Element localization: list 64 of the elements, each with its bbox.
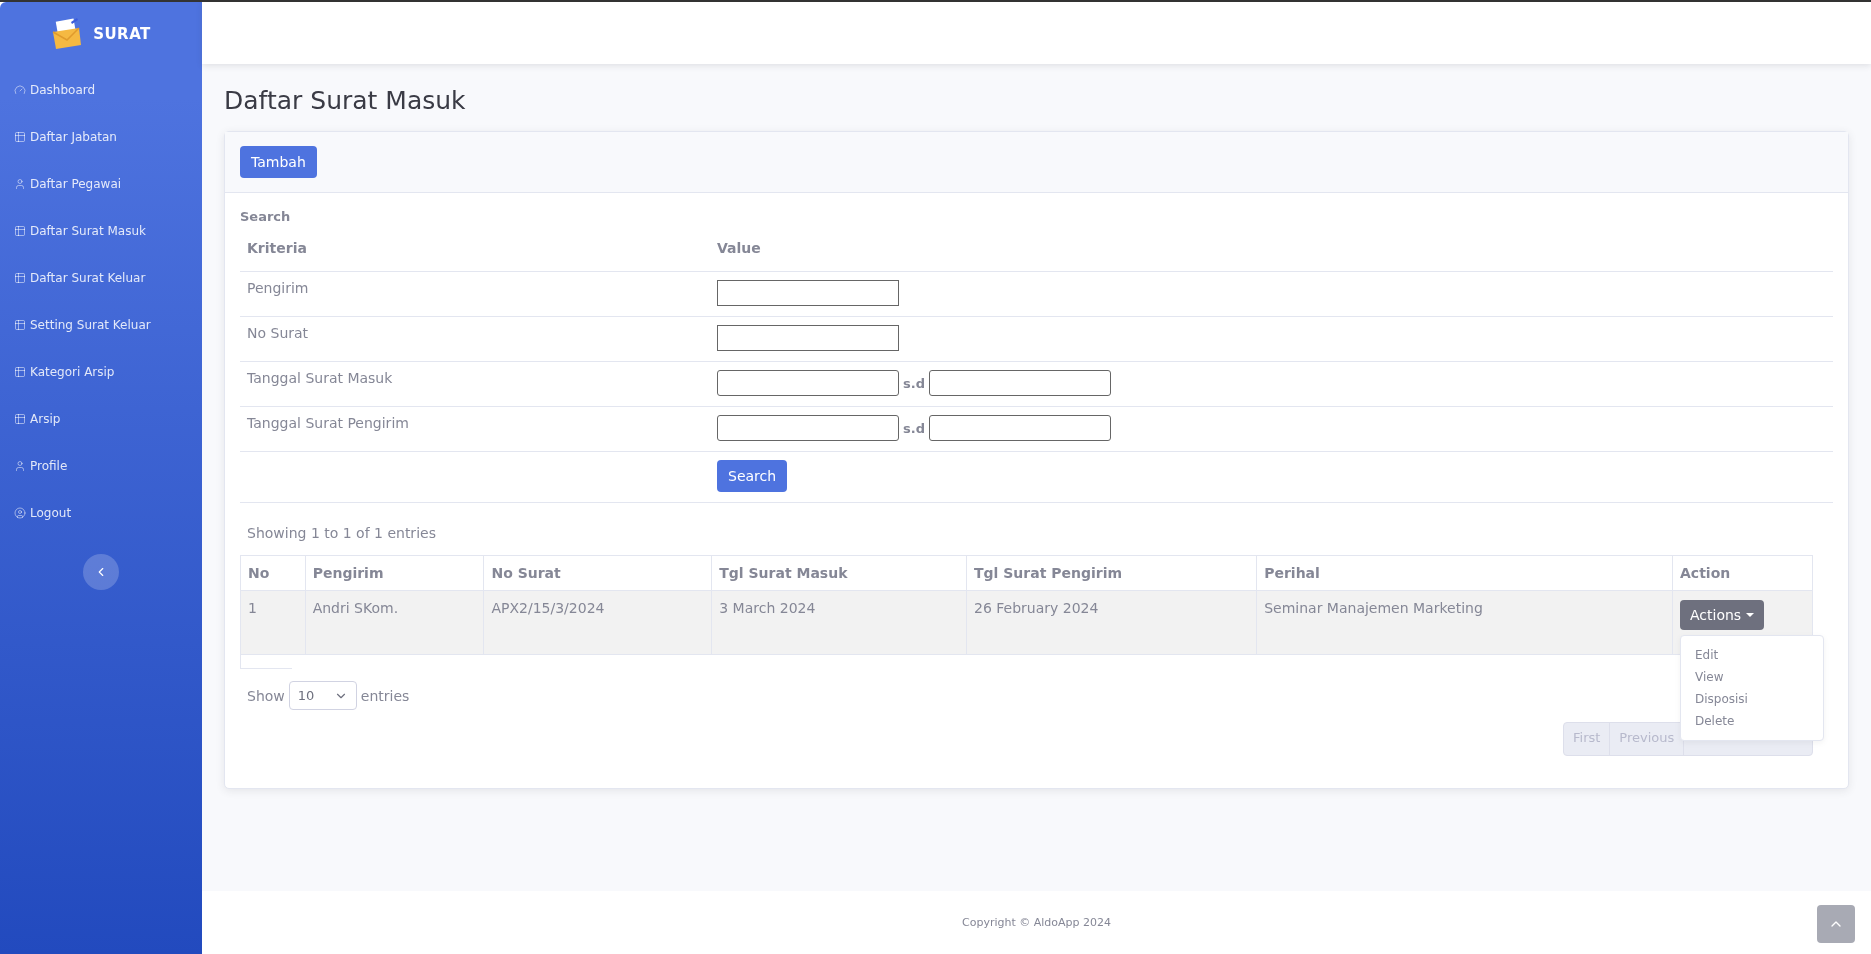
sidebar-item[interactable]: Daftar Surat Keluar <box>0 254 202 301</box>
date-to-field[interactable] <box>929 415 1111 441</box>
user-icon <box>14 459 26 472</box>
show-label: Show <box>247 687 285 704</box>
criteria-label: Pengirim <box>247 280 309 296</box>
menu-item[interactable]: View <box>1681 666 1823 688</box>
input-field[interactable] <box>717 325 899 351</box>
page-title: Daftar Surat Masuk <box>224 86 467 115</box>
actions-button[interactable]: Actions <box>1680 600 1765 630</box>
table-icon <box>14 224 26 237</box>
sidebar-item[interactable]: Arsip <box>0 395 202 442</box>
criteria-label: No Surat <box>247 325 309 341</box>
sidebar-item[interactable]: Daftar Pegawai <box>0 160 202 207</box>
entries-label: entries <box>360 687 410 704</box>
table-cell: APX2/15/3/2024 <box>483 590 712 655</box>
column-header: No <box>240 555 306 591</box>
user-icon <box>14 177 26 190</box>
table-icon <box>14 365 26 378</box>
sidebar-item[interactable]: Profile <box>0 442 202 489</box>
column-header: Perihal <box>1256 555 1673 591</box>
column-header: Kriteria <box>247 240 307 256</box>
table-icon <box>14 412 26 425</box>
input-field[interactable] <box>717 280 899 306</box>
sidebar-item[interactable]: Kategori Arsip <box>0 348 202 395</box>
table-icon <box>14 271 26 284</box>
search-heading: Search <box>240 209 292 224</box>
date-from-field[interactable] <box>717 370 899 396</box>
range-separator: s.d <box>903 376 925 391</box>
range-separator: s.d <box>903 421 925 436</box>
sidebar-item[interactable]: Daftar Jabatan <box>0 113 202 160</box>
sidebar-item[interactable]: Logout <box>0 489 202 536</box>
table-cell: Seminar Manajemen Marketing <box>1256 590 1673 655</box>
search-button[interactable]: Search <box>717 460 788 492</box>
sidebar-item[interactable]: Daftar Surat Masuk <box>0 207 202 254</box>
table-cell: 3 March 2024 <box>711 590 967 655</box>
menu-item[interactable]: Disposisi <box>1681 688 1823 710</box>
page-length-select[interactable]: 10 <box>288 681 357 710</box>
menu-item[interactable]: Edit <box>1681 644 1823 666</box>
column-header: Action <box>1672 555 1813 591</box>
column-header: Value <box>717 240 761 256</box>
brand-title: SURAT <box>93 25 151 43</box>
criteria-label: Tanggal Surat Pengirim <box>247 415 409 431</box>
date-from-field[interactable] <box>717 415 899 441</box>
logout-icon <box>14 506 26 519</box>
table-cell: 26 February 2024 <box>966 590 1257 655</box>
date-to-field[interactable] <box>929 370 1111 396</box>
column-header: Tgl Surat Pengirim <box>966 555 1257 591</box>
envelope-logo-icon <box>51 18 82 50</box>
copyright-text: Copyright © AldoApp 2024 <box>962 916 1111 929</box>
sidebar-toggle-button[interactable] <box>83 554 119 590</box>
table-cell: 1 <box>240 590 306 655</box>
column-header: Tgl Surat Masuk <box>711 555 967 591</box>
criteria-label: Tanggal Surat Masuk <box>247 370 393 386</box>
table-footer-border <box>240 655 292 669</box>
entries-info: Showing 1 to 1 of 1 entries <box>246 524 437 543</box>
table-cell: Andri SKom. <box>305 590 484 655</box>
table-icon <box>14 318 26 331</box>
table-icon <box>14 130 26 143</box>
sidebar-item[interactable]: Setting Surat Keluar <box>0 301 202 348</box>
add-button[interactable]: Tambah <box>240 146 317 178</box>
gauge-icon <box>14 83 26 96</box>
sidebar-item[interactable]: Dashboard <box>0 66 202 113</box>
column-header: No Surat <box>483 555 712 591</box>
column-header: Pengirim <box>305 555 484 591</box>
